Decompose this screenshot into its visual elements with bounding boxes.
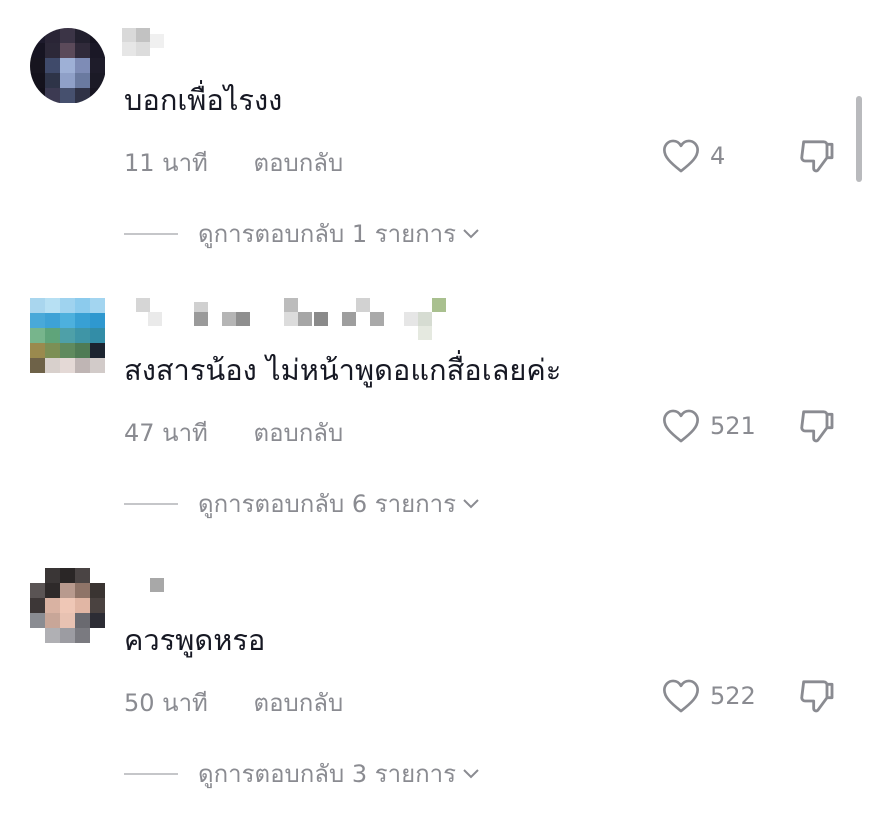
view-replies-button[interactable]: ดูการตอบกลับ 3 รายการ bbox=[124, 754, 480, 793]
comment-time: 50 นาที bbox=[124, 689, 208, 717]
view-replies-button[interactable]: ดูการตอบกลับ 6 รายการ bbox=[124, 484, 480, 523]
replies-divider bbox=[124, 232, 178, 235]
comment-text: บอกเพื่อไรงง bbox=[124, 83, 283, 117]
heart-outline-icon bbox=[663, 139, 699, 173]
comment-text: สงสารน้อง ไม่หน้าพูดอแกสื่อเลยค่ะ bbox=[124, 353, 562, 387]
comment-meta: 50 นาที ตอบกลับ bbox=[124, 683, 343, 722]
thumbs-down-icon[interactable] bbox=[797, 676, 837, 716]
heart-outline-icon bbox=[663, 679, 699, 713]
like-count: 522 bbox=[710, 682, 756, 710]
like-button[interactable]: 522 bbox=[662, 678, 756, 714]
view-replies-button[interactable]: ดูการตอบกลับ 1 รายการ bbox=[124, 214, 480, 253]
chevron-down-icon bbox=[463, 768, 479, 778]
like-button[interactable]: 521 bbox=[662, 408, 756, 444]
comment-item: ควรพูดหรอ 50 นาที ตอบกลับ 522 ดูการตอบกล… bbox=[0, 540, 870, 810]
replies-divider bbox=[124, 772, 178, 775]
comment-item: สงสารน้อง ไม่หน้าพูดอแกสื่อเลยค่ะ 47 นาท… bbox=[0, 270, 870, 540]
comment-meta: 11 นาที ตอบกลับ bbox=[124, 143, 343, 182]
comment-item: บอกเพื่อไรงง 11 นาที ตอบกลับ 4 ดูการตอบก… bbox=[0, 0, 870, 270]
avatar[interactable] bbox=[30, 298, 106, 374]
comment-text: ควรพูดหรอ bbox=[124, 623, 266, 657]
view-replies-label: ดูการตอบกลับ 1 รายการ bbox=[198, 220, 457, 248]
reply-button[interactable]: ตอบกลับ bbox=[254, 419, 344, 447]
heart-outline-icon bbox=[663, 409, 699, 443]
avatar[interactable] bbox=[30, 568, 106, 644]
view-replies-label: ดูการตอบกลับ 6 รายการ bbox=[198, 490, 457, 518]
thumbs-down-icon[interactable] bbox=[797, 406, 837, 446]
username-redacted[interactable] bbox=[118, 298, 448, 340]
thumbs-down-icon[interactable] bbox=[797, 136, 837, 176]
like-count: 521 bbox=[710, 412, 756, 440]
scrollbar[interactable] bbox=[856, 96, 862, 182]
comment-meta: 47 นาที ตอบกลับ bbox=[124, 413, 343, 452]
comment-time: 47 นาที bbox=[124, 419, 208, 447]
replies-divider bbox=[124, 502, 178, 505]
comment-time: 11 นาที bbox=[124, 149, 208, 177]
view-replies-label: ดูการตอบกลับ 3 รายการ bbox=[198, 760, 457, 788]
like-count: 4 bbox=[710, 142, 726, 170]
avatar[interactable] bbox=[30, 28, 106, 104]
like-button[interactable]: 4 bbox=[662, 138, 725, 174]
chevron-down-icon bbox=[463, 498, 479, 508]
chevron-down-icon bbox=[463, 228, 479, 238]
reply-button[interactable]: ตอบกลับ bbox=[254, 689, 344, 717]
reply-button[interactable]: ตอบกลับ bbox=[254, 149, 344, 177]
